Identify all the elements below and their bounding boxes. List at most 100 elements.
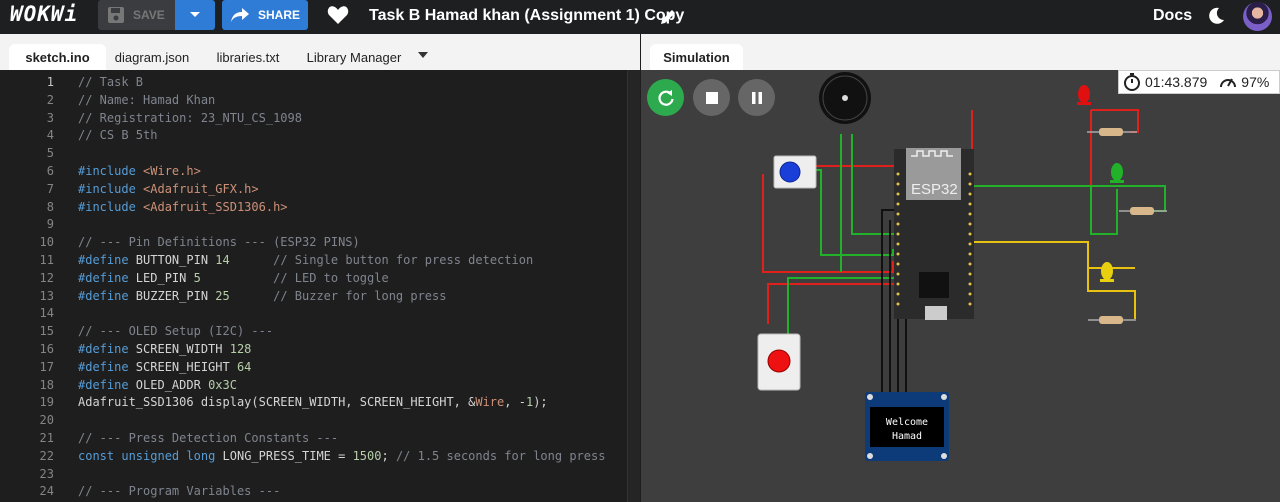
moon-icon[interactable] — [1206, 6, 1226, 26]
wire-black-1 — [881, 209, 894, 394]
share-label: SHARE — [258, 8, 301, 22]
red-pushbutton — [757, 333, 801, 391]
line-number: 9 — [46, 217, 54, 232]
code-line[interactable]: 3 // Registration: 23_NTU_CS_1098 — [0, 109, 640, 127]
code-line[interactable]: 12 #define LED_PIN 5 // LED to toggle — [0, 269, 640, 287]
code-line[interactable]: 7 #include <Adafruit_GFX.h> — [0, 180, 640, 198]
line-text: #define SCREEN_WIDTH 128 — [78, 342, 252, 356]
esp32-label: ESP32 — [911, 181, 958, 198]
line-text: #define LED_PIN 5 // LED to toggle — [78, 270, 389, 285]
line-number: 14 — [39, 306, 54, 321]
top-bar: WOKWi SAVE SHARE Task B Hamad khan (Assi… — [0, 0, 1280, 34]
line-number: 22 — [39, 448, 54, 463]
wire-red-2 — [976, 110, 1092, 187]
line-number: 1 — [46, 75, 54, 89]
code-line[interactable]: 11 #define BUTTON_PIN 14 // Single button… — [0, 251, 640, 269]
code-line[interactable]: 24 // --- Program Variables --- — [0, 482, 640, 500]
line-number: 6 — [46, 164, 54, 178]
code-line[interactable]: 8 #include <Adafruit_SSD1306.h> — [0, 198, 640, 216]
tab-sketch-ino[interactable]: sketch.ino — [9, 44, 106, 70]
tab-diagram-json[interactable]: diagram.json — [106, 44, 198, 70]
oled-line-2: Hamad — [892, 431, 922, 442]
code-line[interactable]: 6 #include <Wire.h> — [0, 162, 640, 180]
resistor-2 — [1119, 207, 1167, 215]
line-text: const unsigned long LONG_PRESS_TIME = 15… — [78, 448, 606, 463]
code-line[interactable]: 21 // --- Press Detection Constants --- — [0, 429, 640, 447]
line-text: #include <Adafruit_GFX.h> — [78, 181, 259, 196]
line-number: 2 — [46, 92, 54, 107]
code-line[interactable]: 19 Adafruit_SSD1306 display(SCREEN_WIDTH,… — [0, 393, 640, 411]
code-line[interactable]: 14 — [0, 304, 640, 322]
line-number: 18 — [39, 377, 54, 392]
wokwi-logo[interactable]: WOKWi — [10, 2, 78, 26]
docs-link[interactable]: Docs — [1153, 7, 1192, 25]
code-line[interactable]: 20 — [0, 411, 640, 429]
line-text: #include <Wire.h> — [78, 164, 201, 178]
pencil-edit-icon[interactable] — [659, 8, 677, 26]
save-dropdown-button[interactable] — [175, 0, 215, 30]
oled-display: Welcome Hamad — [865, 392, 949, 461]
line-number: 23 — [39, 466, 54, 481]
project-title: Task B Hamad khan (Assignment 1) Copy — [369, 7, 685, 24]
code-line[interactable]: 15 // --- OLED Setup (I2C) --- — [0, 322, 640, 340]
line-number: 7 — [46, 181, 54, 196]
code-line[interactable]: 23 — [0, 465, 640, 483]
line-text: #include <Adafruit_SSD1306.h> — [78, 199, 288, 214]
resistor-3 — [1088, 316, 1136, 324]
code-line[interactable]: 18 #define OLED_ADDR 0x3C — [0, 376, 640, 394]
line-number: 10 — [39, 235, 54, 250]
tab-library-manager[interactable]: Library Manager — [298, 44, 410, 70]
buzzer — [819, 72, 871, 124]
line-number: 20 — [39, 413, 54, 428]
code-line[interactable]: 5 — [0, 144, 640, 162]
line-number: 19 — [39, 395, 54, 410]
yellow-led — [1100, 262, 1114, 282]
chevron-down-icon — [190, 12, 200, 17]
code-line[interactable]: 16 #define SCREEN_WIDTH 128 — [0, 340, 640, 358]
oled-line-1: Welcome — [886, 417, 928, 428]
line-text: // --- Press Detection Constants --- — [78, 431, 339, 445]
code-line[interactable]: 22 const unsigned long LONG_PRESS_TIME = … — [0, 447, 640, 465]
line-text: // CS B 5th — [78, 128, 158, 143]
line-text: #define BUZZER_PIN 25 // Buzzer for long… — [78, 288, 447, 303]
share-arrow-icon — [231, 8, 249, 22]
line-text: Adafruit_SSD1306 display(SCREEN_WIDTH, S… — [78, 395, 548, 410]
red-led — [1077, 85, 1091, 105]
circuit-canvas[interactable]: ESP32 Welcome Hamad — [641, 34, 1280, 502]
line-number: 5 — [46, 146, 54, 161]
line-text: // --- Program Variables --- — [78, 484, 281, 499]
line-text: // Task B — [78, 75, 144, 89]
line-number: 4 — [46, 128, 54, 143]
editor-scrollbar[interactable] — [627, 70, 640, 502]
code-line[interactable]: 13 #define BUZZER_PIN 25 // Buzzer for lo… — [0, 287, 640, 305]
save-button[interactable]: SAVE — [98, 0, 175, 30]
wire-green-buzzer — [851, 134, 897, 235]
editor-tab-bar: sketch.ino diagram.json libraries.txt Li… — [0, 34, 640, 70]
blue-pushbutton — [773, 155, 817, 189]
wire-green-5 — [972, 185, 1118, 235]
line-text: #define OLED_ADDR 0x3C — [78, 377, 237, 392]
code-line[interactable]: 10 // --- Pin Definitions --- (ESP32 PINS… — [0, 233, 640, 251]
code-line[interactable]: 4 // CS B 5th — [0, 126, 640, 144]
tabs-menu-caret-icon[interactable] — [418, 52, 428, 58]
heart-icon[interactable] — [327, 5, 349, 25]
green-led — [1110, 163, 1124, 183]
line-text: // --- Pin Definitions --- (ESP32 PINS) — [78, 235, 360, 250]
code-line[interactable]: 17 #define SCREEN_HEIGHT 64 — [0, 358, 640, 376]
line-number: 12 — [39, 270, 54, 285]
simulation-pane: Simulation 01:43.879 97% ESP32 Welcome H… — [641, 34, 1280, 502]
code-line[interactable]: 1 // Task B — [0, 73, 640, 91]
save-label: SAVE — [133, 8, 165, 22]
save-icon — [108, 7, 124, 23]
line-text: #define BUTTON_PIN 14 // Single button f… — [78, 253, 534, 267]
code-line[interactable]: 2 // Name: Hamad Khan — [0, 91, 640, 109]
line-number: 11 — [39, 253, 54, 267]
code-line[interactable]: 9 — [0, 215, 640, 233]
user-avatar[interactable] — [1243, 2, 1272, 31]
line-number: 21 — [39, 431, 54, 445]
tab-libraries-txt[interactable]: libraries.txt — [198, 44, 298, 70]
line-number: 16 — [39, 342, 54, 356]
esp32-board: ESP32 — [894, 148, 974, 320]
share-button[interactable]: SHARE — [222, 0, 308, 30]
line-number: 13 — [39, 288, 54, 303]
